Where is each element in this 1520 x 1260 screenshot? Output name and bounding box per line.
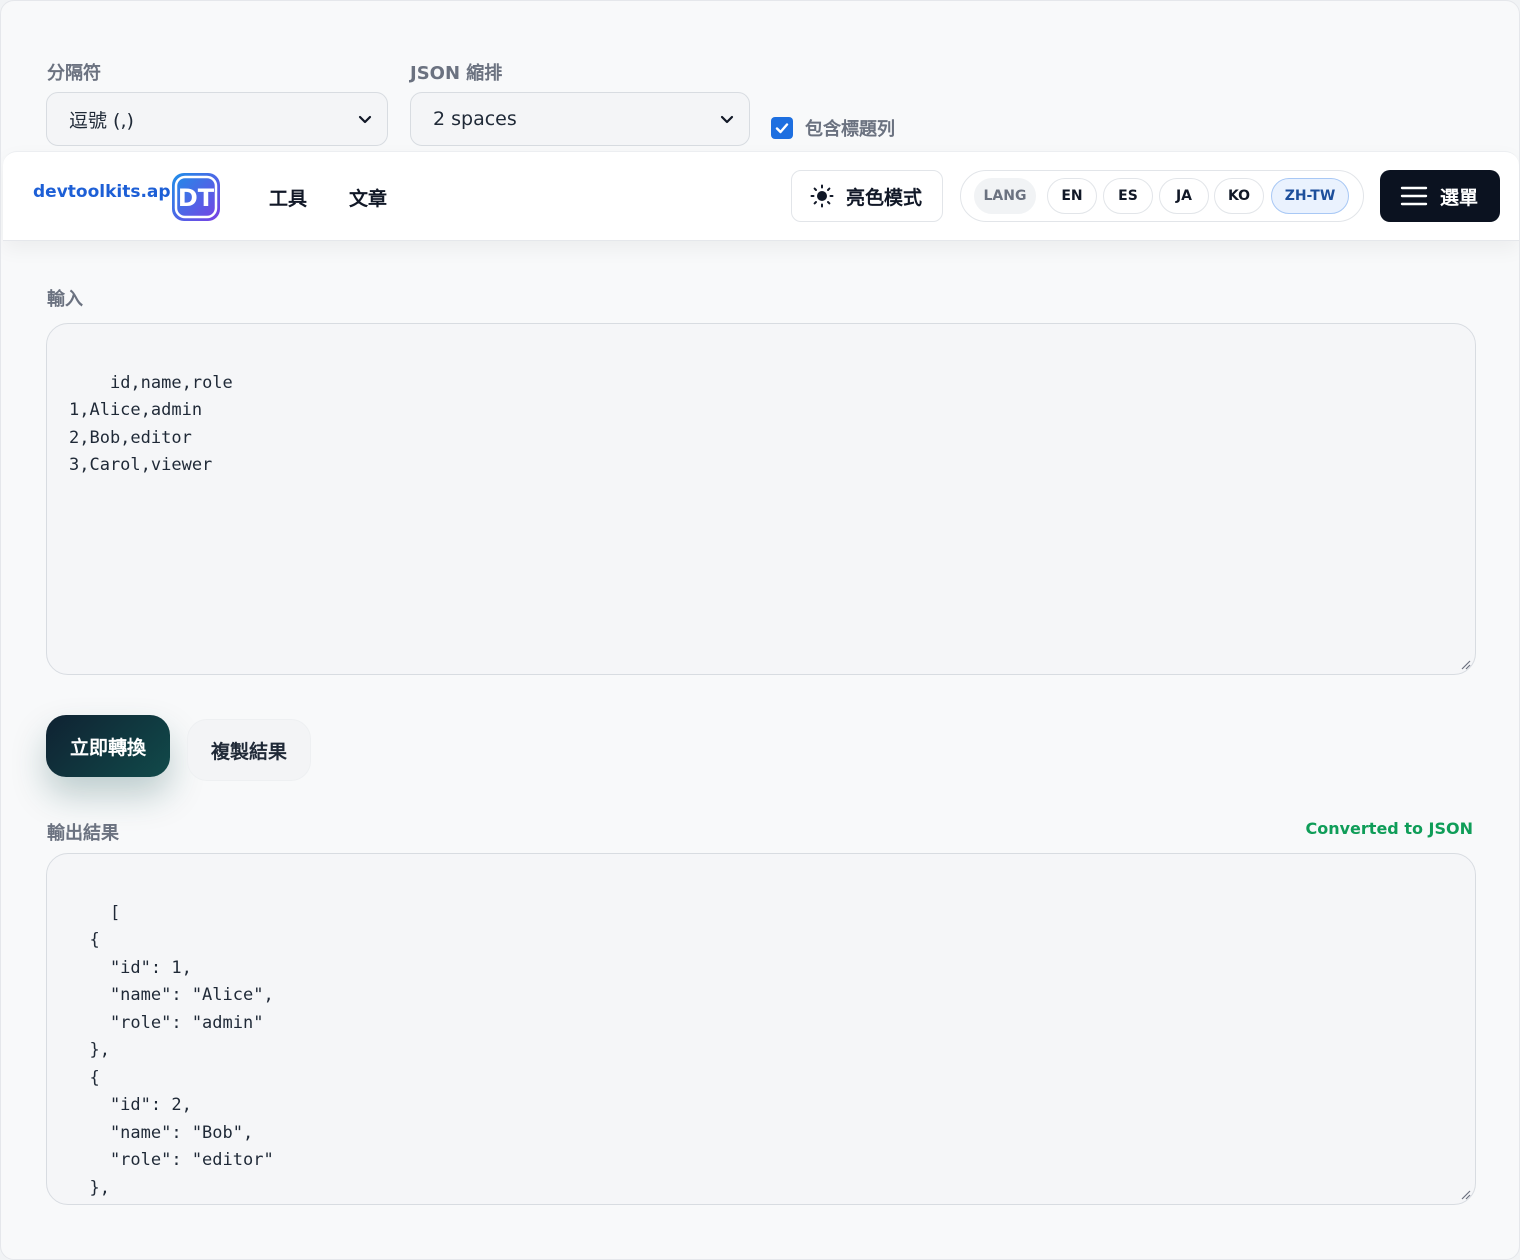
language-switcher: LANG EN ES JA KO ZH-TW [960, 170, 1364, 222]
input-text: id,name,role 1,Alice,admin 2,Bob,editor … [69, 372, 233, 476]
input-textarea[interactable]: id,name,role 1,Alice,admin 2,Bob,editor … [46, 323, 1476, 675]
lang-label: LANG [974, 178, 1036, 214]
theme-toggle-label: 亮色模式 [846, 186, 923, 209]
lang-zh-tw-button[interactable]: ZH-TW [1271, 178, 1349, 214]
brand-logo-icon[interactable]: DT [171, 172, 221, 222]
indent-select[interactable]: 2 spaces [410, 92, 750, 146]
indent-label: JSON 縮排 [410, 63, 503, 84]
delimiter-value: 逗號 (,) [69, 109, 134, 132]
resize-handle-icon[interactable] [1459, 658, 1471, 670]
header-row-label: 包含標題列 [805, 119, 895, 140]
delimiter-label: 分隔符 [47, 63, 101, 84]
header-row-option[interactable]: 包含標題列 [771, 115, 895, 141]
sun-icon [810, 184, 834, 208]
checkmark-icon [775, 123, 789, 134]
nav-tools[interactable]: 工具 [269, 184, 307, 211]
chevron-down-icon [720, 115, 734, 124]
lang-en-button[interactable]: EN [1047, 178, 1097, 214]
copy-result-button[interactable]: 複製結果 [187, 719, 311, 781]
menu-button[interactable]: 選單 [1380, 170, 1500, 222]
input-label: 輸入 [47, 289, 83, 310]
brand-name[interactable]: devtoolkits.app [33, 182, 183, 202]
logo-text: DT [178, 184, 215, 212]
status-message: Converted to JSON [1305, 819, 1474, 838]
menu-label: 選單 [1440, 186, 1479, 209]
convert-button[interactable]: 立即轉換 [46, 715, 170, 777]
delimiter-select[interactable]: 逗號 (,) [46, 92, 388, 146]
site-header: devtoolkits.app DT 工具 文章 亮色模式 LANG EN ES… [3, 151, 1519, 241]
nav-articles[interactable]: 文章 [349, 184, 387, 211]
output-label: 輸出結果 [47, 823, 119, 844]
lang-es-button[interactable]: ES [1103, 178, 1153, 214]
chevron-down-icon [358, 115, 372, 124]
hamburger-icon [1400, 186, 1428, 206]
output-text: [ { "id": 1, "name": "Alice", "role": "a… [89, 902, 274, 1198]
lang-ko-button[interactable]: KO [1214, 178, 1264, 214]
header-row-checkbox[interactable] [771, 117, 793, 139]
lang-ja-button[interactable]: JA [1159, 178, 1209, 214]
resize-handle-icon[interactable] [1459, 1188, 1471, 1200]
tool-card: 分隔符 逗號 (,) JSON 縮排 2 spaces 包含標題列 devtoo… [0, 0, 1520, 1260]
indent-value: 2 spaces [433, 108, 517, 130]
theme-toggle-button[interactable]: 亮色模式 [791, 170, 943, 222]
output-textarea[interactable]: [ { "id": 1, "name": "Alice", "role": "a… [46, 853, 1476, 1205]
